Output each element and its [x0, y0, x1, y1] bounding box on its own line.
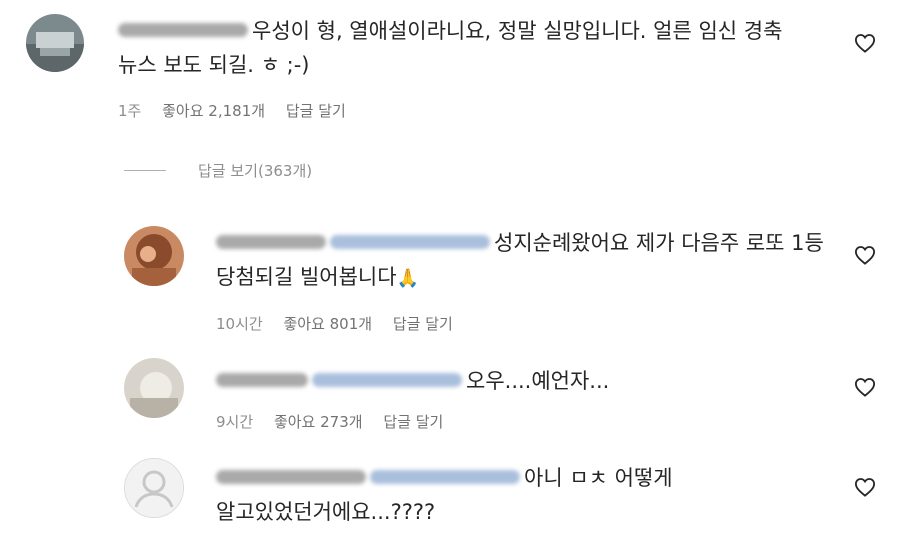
- reply-button[interactable]: 답글 달기: [393, 315, 453, 333]
- view-replies-label: 답글 보기(363개): [198, 162, 313, 180]
- comment-text: 오우....예언자...: [216, 364, 826, 398]
- username-blurred[interactable]: [216, 235, 326, 249]
- reply-button[interactable]: 답글 달기: [383, 413, 443, 431]
- heart-outline-icon[interactable]: [854, 33, 876, 53]
- mention-blurred[interactable]: [312, 373, 462, 387]
- like-count[interactable]: 좋아요 2,181개: [162, 102, 265, 120]
- like-count[interactable]: 좋아요 273개: [274, 413, 363, 431]
- avatar[interactable]: [124, 458, 184, 518]
- comment-body: 오우....예언자...: [466, 369, 610, 393]
- avatar[interactable]: [124, 358, 184, 418]
- heart-outline-icon[interactable]: [854, 377, 876, 397]
- comment-time: 10시간: [216, 315, 263, 333]
- reply-button[interactable]: 답글 달기: [286, 102, 346, 120]
- mention-blurred[interactable]: [370, 470, 520, 484]
- comment-meta: 10시간 좋아요 801개 답글 달기: [216, 313, 469, 334]
- avatar[interactable]: [124, 226, 184, 286]
- comment-time: 9시간: [216, 413, 254, 431]
- username-blurred[interactable]: [216, 470, 366, 484]
- mention-blurred[interactable]: [330, 235, 490, 249]
- avatar[interactable]: [26, 14, 84, 72]
- view-replies-button[interactable]: 답글 보기(363개): [124, 160, 312, 181]
- comment-text: 아니 ㅁㅊ 어떻게 알고있었던거에요...????: [216, 461, 826, 529]
- pray-emoji: 🙏: [396, 268, 419, 289]
- comment-meta: 1주 좋아요 2,181개 답글 달기: [118, 100, 362, 121]
- comment-text: 성지순례왔어요 제가 다음주 로또 1등 당첨되길 빌어봅니다🙏: [216, 226, 826, 296]
- username-blurred[interactable]: [216, 373, 308, 387]
- heart-outline-icon[interactable]: [854, 245, 876, 265]
- like-count[interactable]: 좋아요 801개: [283, 315, 372, 333]
- heart-outline-icon[interactable]: [854, 477, 876, 497]
- username-blurred[interactable]: [118, 23, 248, 37]
- divider-line: [124, 170, 166, 171]
- comment-time: 1주: [118, 102, 142, 120]
- comment-text: 우성이 형, 열애설이라니요, 정말 실망입니다. 얼른 임신 경축 뉴스 보도…: [118, 14, 818, 82]
- comment-meta: 9시간 좋아요 273개 답글 달기: [216, 411, 459, 432]
